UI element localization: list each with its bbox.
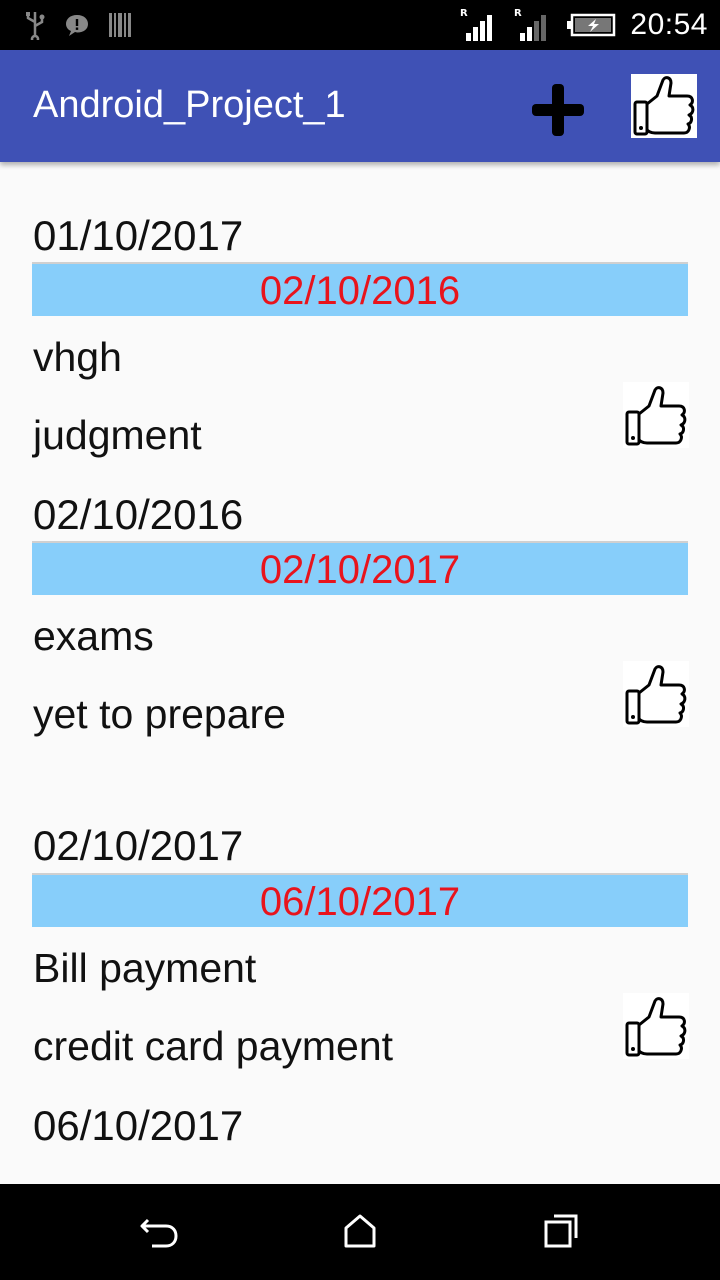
- signal-r-icon: R: [458, 7, 498, 43]
- back-icon: [140, 1218, 178, 1248]
- entry-like-button[interactable]: [623, 382, 689, 448]
- recents-icon: [544, 1214, 578, 1248]
- due-date-bar: 02/10/2016: [32, 262, 688, 316]
- plus-icon: [532, 84, 584, 136]
- entry-description: credit card payment: [33, 1023, 394, 1069]
- navigation-bar: [0, 1184, 720, 1280]
- start-date: 06/10/2017: [33, 1102, 244, 1149]
- thumbs-up-icon: [625, 386, 687, 446]
- status-bar: R R 20:54: [0, 0, 720, 50]
- entry-title: Bill payment: [33, 945, 257, 991]
- recents-button[interactable]: [540, 1212, 584, 1252]
- home-button[interactable]: [338, 1212, 382, 1252]
- barcode-icon: [108, 12, 132, 38]
- due-date-bar: 02/10/2017: [32, 541, 688, 595]
- add-button[interactable]: [528, 80, 588, 140]
- app-title: Android_Project_1: [33, 84, 346, 126]
- entry-like-button[interactable]: [623, 993, 689, 1059]
- thumbs-up-icon: [625, 665, 687, 725]
- signal-r-icon: R: [512, 7, 552, 43]
- entry-like-button[interactable]: [623, 661, 689, 727]
- start-date: 02/10/2017: [33, 822, 244, 869]
- entry-title: vhgh: [33, 334, 122, 380]
- svg-text:R: R: [514, 8, 522, 19]
- battery-charging-icon: [566, 12, 616, 38]
- entry-description: judgment: [33, 412, 202, 458]
- status-time: 20:54: [630, 8, 708, 41]
- like-button[interactable]: [631, 74, 697, 138]
- due-date-bar: 06/10/2017: [32, 873, 688, 927]
- usb-icon: [24, 10, 46, 40]
- entry-description: yet to prepare: [33, 691, 286, 737]
- start-date: 02/10/2016: [33, 491, 244, 538]
- entry-title: exams: [33, 613, 154, 659]
- thumbs-up-icon: [633, 76, 695, 136]
- thumbs-up-icon: [625, 997, 687, 1057]
- start-date: 01/10/2017: [33, 212, 244, 259]
- back-button[interactable]: [138, 1212, 182, 1252]
- chat-notification-icon: [64, 12, 90, 38]
- app-bar: Android_Project_1: [0, 50, 720, 162]
- svg-text:R: R: [460, 8, 468, 19]
- home-icon: [344, 1214, 376, 1248]
